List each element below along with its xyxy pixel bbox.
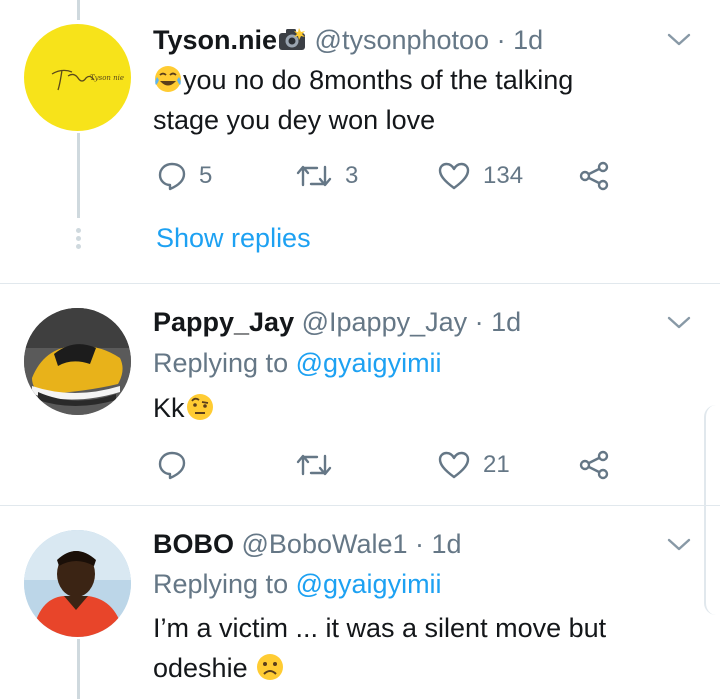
display-name[interactable]: Pappy_Jay [153,307,294,337]
chevron-down-icon[interactable] [666,536,692,554]
tweet-text: I’m a victim ... it was a silent move bu… [153,608,693,688]
avatar-signature: Tyson nie [90,74,124,82]
avatar[interactable] [24,308,131,415]
tweet-text-line1: you no do 8months of the talking [183,65,574,95]
chevron-down-icon[interactable] [666,314,692,332]
action-bar: 21 [153,447,623,483]
tweet-header: Pappy_Jay @Ipappy_Jay · 1d [153,306,521,338]
reply-count: 5 [199,162,213,189]
like-button[interactable]: 134 [437,158,523,194]
handle[interactable]: @tysonphotoo [315,25,490,55]
thread-line [77,133,80,218]
reply-button[interactable]: 5 [157,158,212,194]
reply-icon [158,162,186,191]
tweet-text-line2: odeshie [153,653,248,683]
reply-button[interactable] [157,447,199,483]
thread-dots [76,228,81,249]
avatar[interactable] [24,530,131,637]
heart-icon [438,162,470,190]
camera-flash-emoji [277,26,307,52]
tweet-bobo[interactable]: BOBO @BoboWale1 · 1d Replying to @gyaigy… [0,506,720,699]
timestamp[interactable]: · 1d [415,529,462,559]
like-count: 134 [483,162,524,189]
tweet-pappy-jay[interactable]: Pappy_Jay @Ipappy_Jay · 1d Replying to @… [0,284,720,505]
scrollbar[interactable] [704,405,720,615]
thread-line [77,639,80,699]
like-count: 21 [483,451,510,478]
share-icon [579,161,609,191]
share-button[interactable] [579,447,609,483]
reply-icon [158,451,186,480]
replying-to: Replying to @gyaigyimii [153,568,442,600]
share-button[interactable] [579,158,609,194]
retweet-button[interactable] [295,447,345,483]
raised-eyebrow-emoji [185,392,215,422]
like-button[interactable]: 21 [437,447,510,483]
action-bar: 5 3 134 [153,158,623,194]
show-replies-link[interactable]: Show replies [156,222,311,254]
tweet-text-line2: stage you dey won love [153,105,436,135]
replying-label: Replying to [153,348,289,378]
replying-label: Replying to [153,569,289,599]
mention-link[interactable]: @gyaigyimii [296,569,442,599]
display-name[interactable]: BOBO [153,529,234,559]
tweet-text: you no do 8months of the talking stage y… [153,60,673,140]
frowning-emoji [255,652,285,682]
tweet-text-line1: I’m a victim ... it was a silent move bu… [153,613,607,643]
retweet-count: 3 [345,162,359,189]
replying-to: Replying to @gyaigyimii [153,347,442,379]
retweet-button[interactable]: 3 [295,158,358,194]
mention-link[interactable]: @gyaigyimii [296,348,442,378]
avatar[interactable]: Tyson nie [24,24,131,131]
tweet-tyson[interactable]: Tyson nie Tyson.nie @tysonphotoo · 1d yo… [0,0,720,283]
tweet-text: Kk [153,388,673,428]
retweet-icon [296,165,332,187]
share-icon [579,450,609,480]
tweet-text-content: Kk [153,393,185,423]
handle[interactable]: @Ipappy_Jay [302,307,468,337]
chevron-down-icon[interactable] [666,31,692,49]
retweet-icon [296,454,332,476]
handle[interactable]: @BoboWale1 [242,529,408,559]
display-name[interactable]: Tyson.nie [153,25,277,55]
tweet-header: BOBO @BoboWale1 · 1d [153,528,462,560]
heart-icon [438,451,470,479]
timestamp[interactable]: · 1d [497,25,544,55]
joy-emoji [153,64,183,94]
tweet-header: Tyson.nie @tysonphotoo · 1d [153,24,543,56]
timestamp[interactable]: · 1d [475,307,522,337]
